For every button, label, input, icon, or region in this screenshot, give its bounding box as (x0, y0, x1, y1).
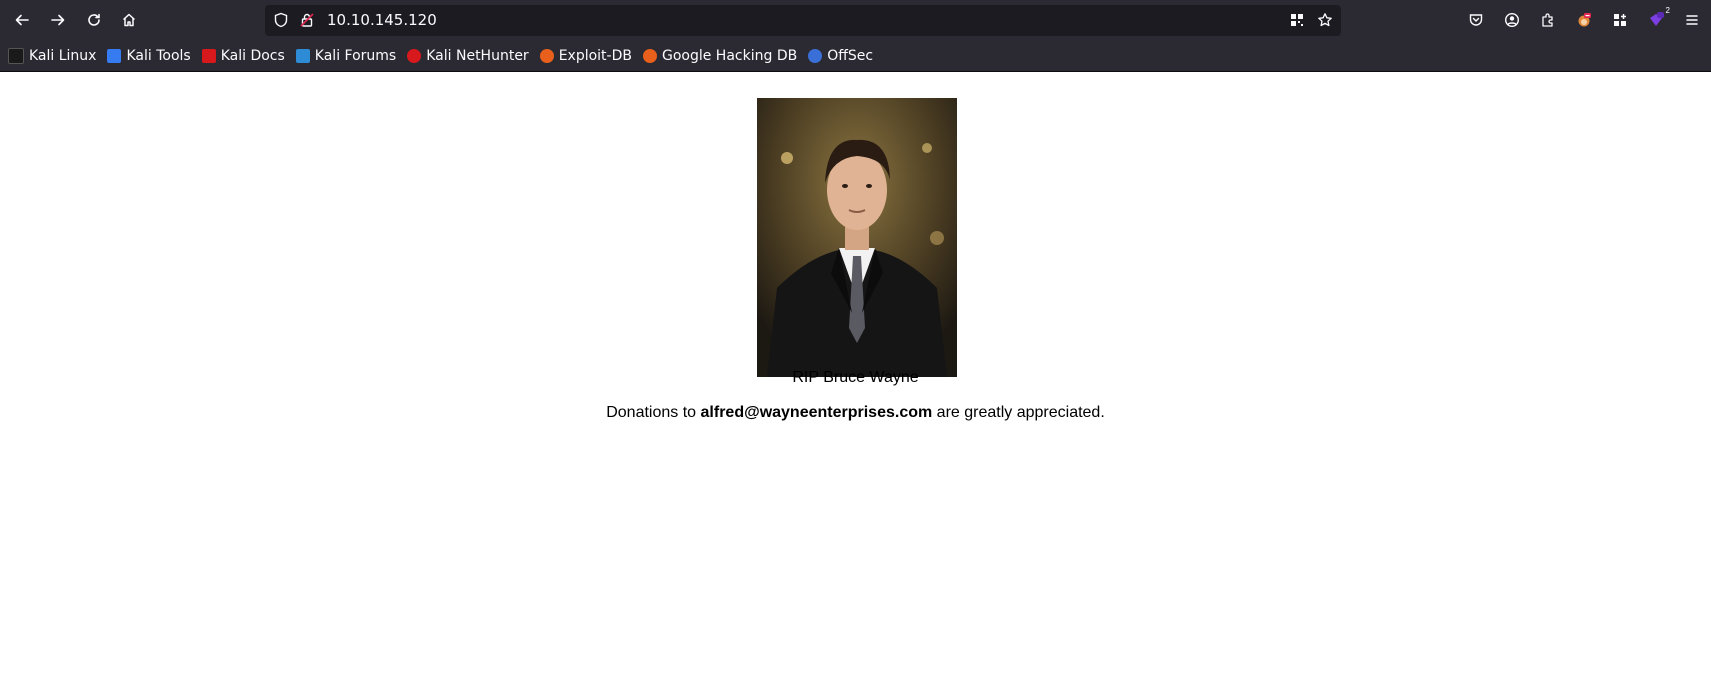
bookmark-offsec[interactable]: OffSec (808, 44, 873, 68)
kali-forums-icon (295, 48, 310, 63)
bruce-wayne-photo (757, 98, 957, 377)
grid-plus-icon (1614, 14, 1626, 26)
account-icon (1504, 12, 1520, 28)
puzzle-extensions-icon (1542, 13, 1553, 27)
bookmarks-toolbar: Kali Linux Kali Tools Kali Docs Kali For… (0, 40, 1711, 72)
bookmark-star-icon[interactable] (1317, 12, 1333, 28)
bookmark-kali-forums[interactable]: Kali Forums (295, 44, 397, 68)
purple-extension-icon (1650, 12, 1664, 26)
foxyproxy-extension-button[interactable] (1570, 6, 1598, 34)
bookmark-label: Google Hacking DB (661, 47, 798, 64)
kali-dragon-icon (8, 47, 24, 64)
bookmark-kali-linux[interactable]: Kali Linux (8, 44, 96, 68)
insecure-lock-icon[interactable] (299, 12, 315, 28)
kali-docs-icon (201, 48, 216, 63)
hack-tools-extension-button[interactable]: 2 (1642, 6, 1670, 34)
app-menu-button[interactable] (1678, 6, 1706, 34)
bookmark-label: Kali NetHunter (426, 47, 529, 64)
apps-grid-button[interactable] (1606, 6, 1634, 34)
nethunter-icon (407, 48, 422, 63)
forward-arrow-icon (51, 14, 65, 26)
back-button[interactable] (8, 6, 36, 34)
bookmark-label: OffSec (827, 47, 874, 64)
offsec-icon (808, 48, 823, 63)
forward-button[interactable] (44, 6, 72, 34)
home-button[interactable] (115, 6, 143, 34)
home-icon (122, 13, 136, 27)
extension-badge-count: 2 (1665, 6, 1670, 15)
browser-chrome: 10.10.145.120 2 Kali Linux Kali Tools Ka… (0, 0, 1711, 72)
memorial-caption: RIP Bruce Wayne (792, 369, 919, 386)
back-arrow-icon (15, 14, 29, 26)
qr-code-icon[interactable] (1289, 12, 1305, 28)
bookmark-label: Exploit-DB (558, 47, 632, 64)
pocket-icon (1469, 14, 1483, 26)
bookmark-kali-tools[interactable]: Kali Tools (107, 44, 191, 68)
hamburger-menu-icon (1686, 15, 1698, 25)
bookmark-label: Kali Linux (29, 47, 97, 64)
nav-toolbar: 10.10.145.120 2 (0, 0, 1711, 40)
donation-email: alfred@wayneenterprises.com (700, 404, 933, 421)
donation-suffix: are greatly appreciated. (936, 404, 1105, 421)
reload-button[interactable] (80, 6, 108, 34)
reload-icon (88, 13, 100, 26)
page-content: RIP Bruce Wayne Donations to alfred@wayn… (0, 72, 1711, 681)
tracking-shield-icon[interactable] (273, 12, 289, 28)
pocket-button[interactable] (1462, 6, 1490, 34)
donation-notice: Donations to alfred@wayneenterprises.com… (0, 404, 1711, 422)
bookmark-label: Kali Forums (314, 47, 397, 64)
url-text[interactable]: 10.10.145.120 (327, 5, 437, 36)
bookmark-kali-docs[interactable]: Kali Docs (201, 44, 285, 68)
extensions-button[interactable] (1534, 6, 1562, 34)
portrait-illustration (757, 98, 957, 377)
exploit-db-icon (539, 48, 554, 63)
bookmark-label: Kali Tools (126, 47, 191, 64)
bookmark-google-hacking-db[interactable]: Google Hacking DB (642, 44, 798, 68)
account-button[interactable] (1498, 6, 1526, 34)
kali-tools-icon (107, 48, 122, 63)
bookmark-label: Kali Docs (220, 47, 285, 64)
donation-prefix: Donations to (606, 404, 697, 421)
ghdb-icon (642, 48, 657, 63)
bookmark-kali-nethunter[interactable]: Kali NetHunter (407, 44, 529, 68)
url-bar[interactable]: 10.10.145.120 (265, 5, 1341, 36)
bookmark-exploit-db[interactable]: Exploit-DB (539, 44, 632, 68)
fox-extension-icon (1578, 13, 1591, 27)
